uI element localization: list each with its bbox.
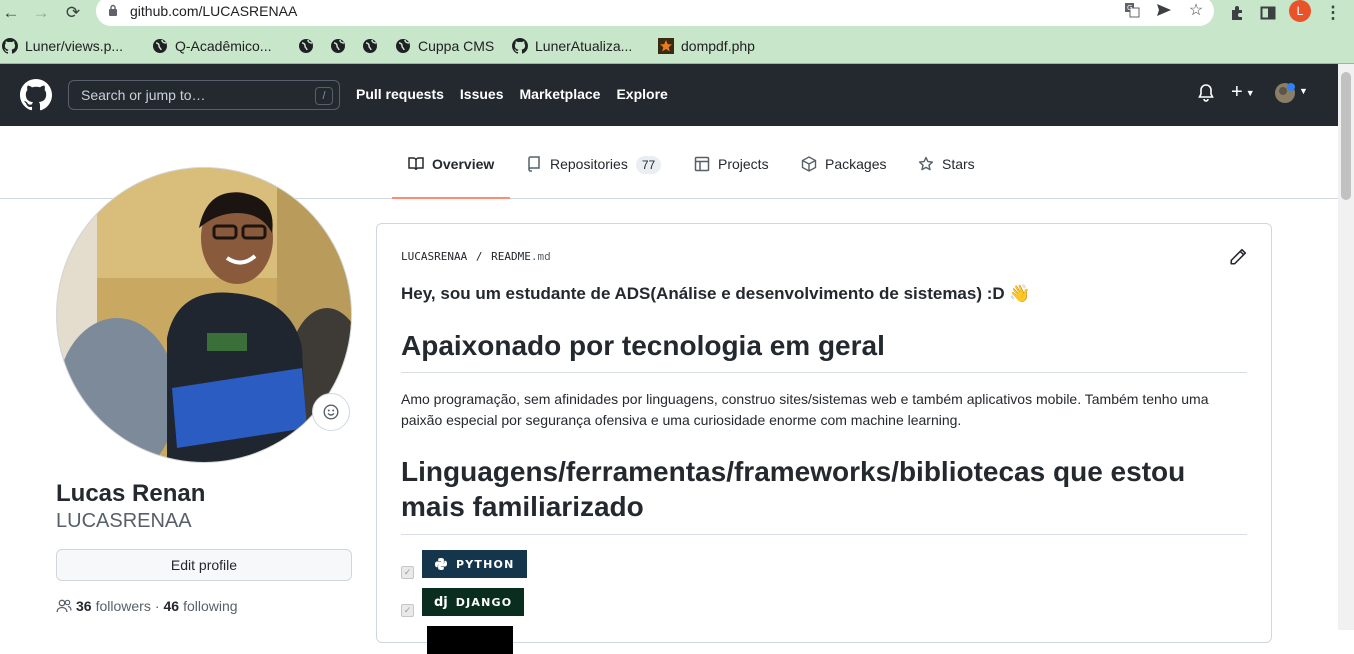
back-button[interactable]: ← [0, 2, 22, 24]
github-logo-icon[interactable] [20, 79, 52, 111]
address-text: github.com/LUCASRENAA [130, 3, 298, 19]
book-icon [408, 157, 424, 171]
badge-django: dj DJANGO [422, 588, 525, 616]
bookmark-item[interactable]: LunerAtualiza... [512, 36, 632, 56]
edit-profile-button[interactable]: Edit profile [56, 549, 352, 581]
readme-heading: Apaixonado por tecnologia em geral [401, 330, 1247, 373]
globe-icon [362, 38, 378, 54]
readme-card: LUCASRENAA / README.md Hey, sou um estud… [376, 223, 1272, 654]
follow-stats: 36 followers · 46 following [56, 598, 238, 614]
repositories-count-badge: 77 [635, 156, 662, 174]
github-icon [2, 38, 18, 54]
chrome-menu-icon[interactable]: ⋮ [1322, 2, 1344, 24]
readme-path: LUCASRENAA / README.md [401, 250, 551, 263]
bookmark-item[interactable]: Luner/views.p... [2, 36, 123, 56]
caret-down-icon: ▼ [1245, 87, 1255, 98]
address-bar[interactable]: github.com/LUCASRENAA G ☆ [96, 0, 1214, 26]
bell-icon[interactable] [1198, 84, 1214, 107]
translate-icon[interactable]: G [1122, 0, 1142, 20]
avatar [1275, 83, 1295, 103]
profile-full-name: Lucas Renan [56, 480, 206, 507]
bookmark-item[interactable]: Q-Acadêmico... [152, 36, 271, 56]
header-nav: Pull requests Issues Marketplace Explore [356, 86, 668, 102]
profile-photo [57, 168, 351, 462]
svg-text:G: G [1127, 4, 1132, 12]
forward-button[interactable]: → [30, 2, 52, 24]
user-avatar-menu[interactable]: ▼ [1274, 82, 1308, 109]
lock-icon [109, 4, 117, 16]
bookmark-item[interactable] [362, 36, 385, 56]
globe-icon [298, 38, 314, 54]
readme-paragraph: Amo programação, sem afinidades por ling… [401, 391, 1209, 428]
pencil-icon[interactable] [1229, 248, 1247, 266]
checkbox: ✓ [401, 565, 414, 579]
readme-greeting: Hey, sou um estudante de ADS(Análise e d… [401, 284, 1031, 303]
nav-explore[interactable]: Explore [616, 86, 667, 102]
readme-file-link[interactable]: README [491, 250, 531, 263]
readme-heading: Linguagens/ferramentas/frameworks/biblio… [401, 454, 1247, 535]
task-list-item: ✓ PYTHON [401, 550, 527, 579]
star-icon [658, 38, 674, 54]
people-icon [56, 599, 72, 613]
package-icon [801, 156, 817, 172]
browser-toolbar: ← → ⟳ github.com/LUCASRENAA G ☆ L ⋮ [0, 0, 1354, 28]
repo-icon [528, 156, 540, 172]
search-input[interactable]: Search or jump to… / [68, 80, 340, 110]
tab-packages[interactable]: Packages [801, 156, 886, 196]
tab-overview[interactable]: Overview [392, 156, 511, 199]
send-icon[interactable] [1154, 0, 1174, 20]
bookmark-star-icon[interactable]: ☆ [1186, 0, 1206, 20]
set-status-button[interactable] [312, 393, 350, 431]
django-icon: dj [434, 594, 448, 610]
nav-marketplace[interactable]: Marketplace [520, 86, 601, 102]
tab-repositories[interactable]: Repositories 77 [526, 156, 662, 196]
following-link[interactable]: 46 following [164, 598, 238, 614]
bookmarks-bar: Luner/views.p... Q-Acadêmico... Cuppa CM… [0, 28, 1354, 64]
github-icon [512, 38, 528, 54]
task-list-item: ✓ dj DJANGO [401, 588, 525, 617]
tab-stars[interactable]: Stars [918, 156, 975, 196]
globe-icon [330, 38, 346, 54]
task-list-item [401, 626, 513, 654]
badge-python: PYTHON [422, 550, 527, 578]
smiley-icon [323, 404, 339, 420]
readme-owner-link[interactable]: LUCASRENAA [401, 250, 467, 263]
extensions-icon[interactable] [1226, 2, 1248, 24]
github-header: Search or jump to… / Pull requests Issue… [0, 64, 1338, 126]
profile-avatar[interactable] [56, 167, 352, 463]
star-icon [918, 156, 934, 171]
profile-username: LUCASRENAA [56, 510, 192, 532]
scrollbar-thumb[interactable] [1341, 72, 1351, 200]
globe-icon [395, 38, 411, 54]
bookmark-item[interactable] [330, 36, 353, 56]
checkbox: ✓ [401, 603, 414, 617]
caret-down-icon: ▼ [1299, 86, 1308, 96]
page-scrollbar[interactable] [1338, 64, 1354, 630]
chrome-profile-avatar[interactable]: L [1289, 0, 1311, 22]
followers-link[interactable]: 36 followers [76, 598, 151, 614]
side-panel-icon[interactable] [1257, 2, 1279, 24]
bookmark-item[interactable] [298, 36, 321, 56]
bookmark-item[interactable]: dompdf.php [658, 36, 755, 56]
python-icon [435, 558, 447, 570]
tab-projects[interactable]: Projects [694, 156, 769, 196]
badge-item [427, 626, 513, 654]
nav-issues[interactable]: Issues [460, 86, 504, 102]
globe-icon [152, 38, 168, 54]
create-new-button[interactable]: + ▼ [1231, 81, 1255, 104]
table-icon [694, 156, 710, 172]
search-shortcut-hint: / [315, 87, 333, 105]
nav-pull-requests[interactable]: Pull requests [356, 86, 444, 102]
bookmark-item[interactable]: Cuppa CMS [395, 36, 494, 56]
reload-button[interactable]: ⟳ [62, 2, 84, 24]
